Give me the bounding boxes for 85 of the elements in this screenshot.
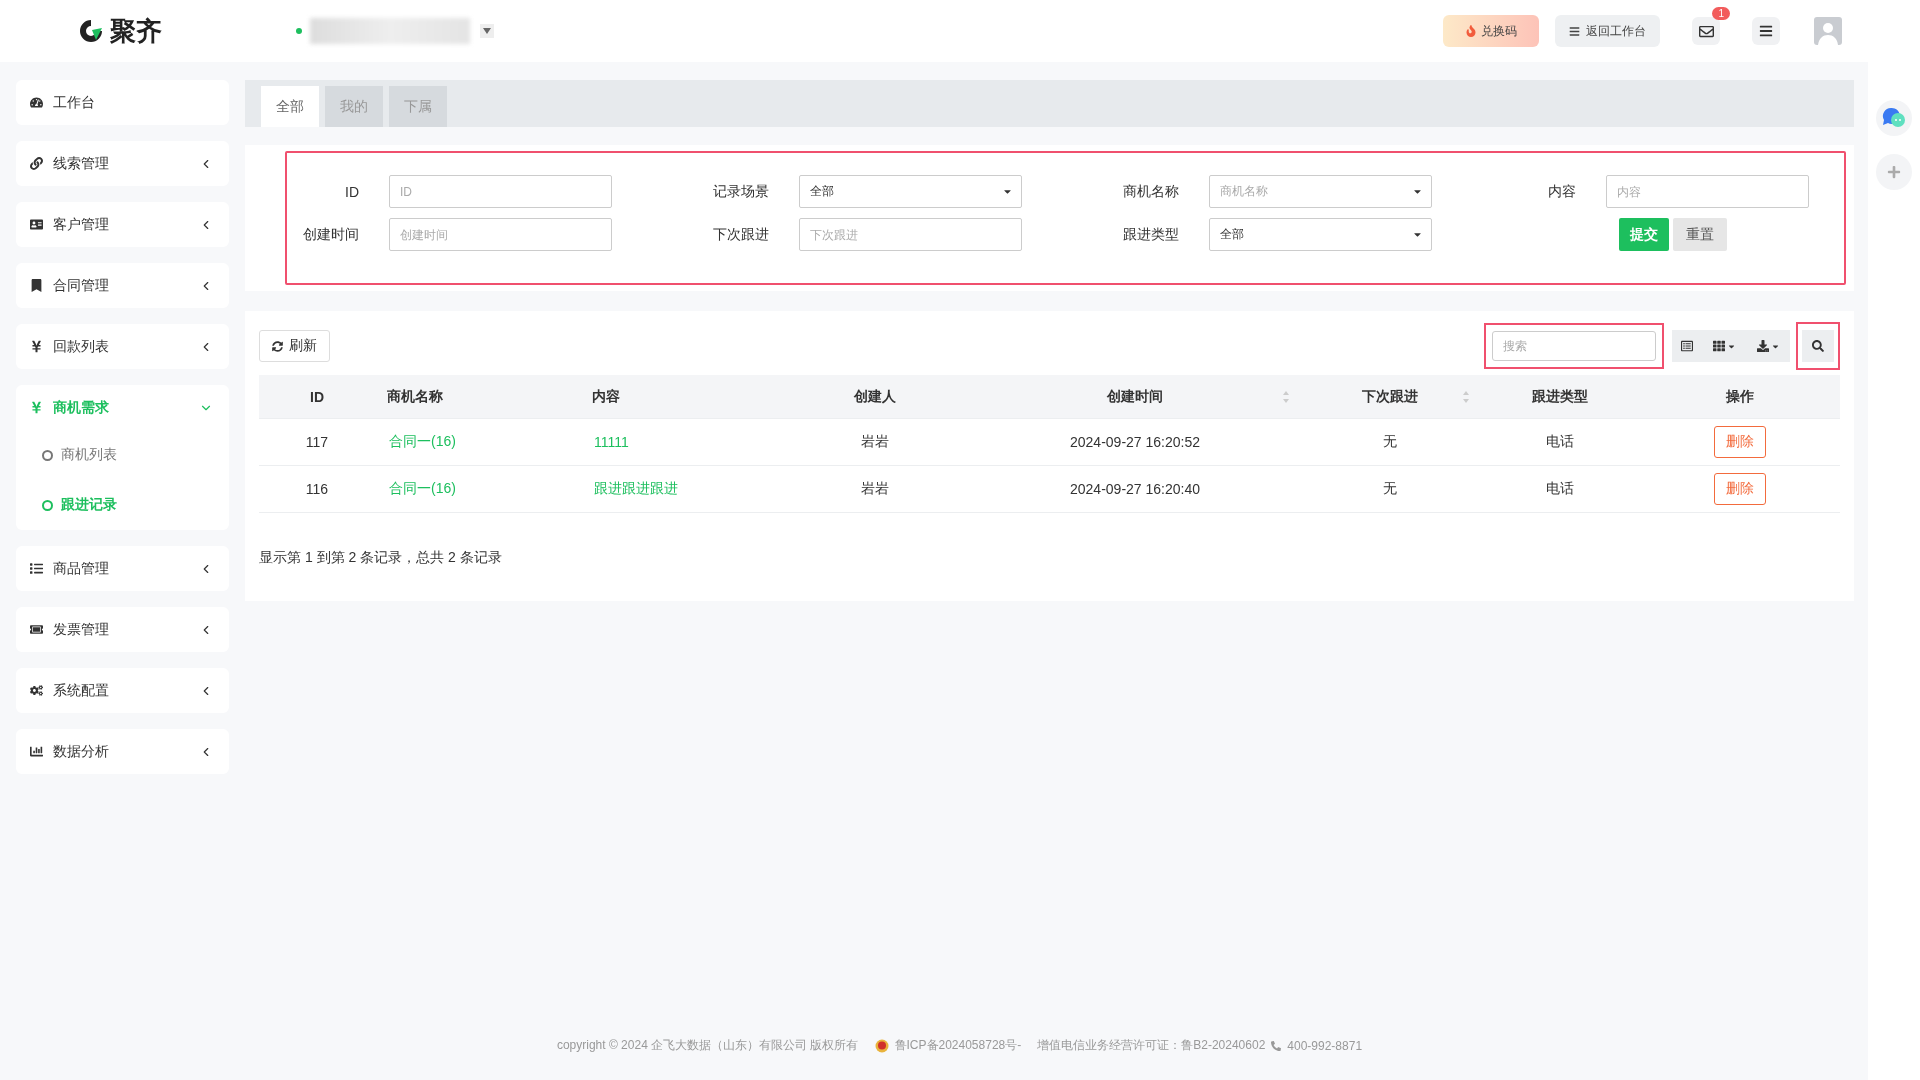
- list-icon: [1681, 340, 1693, 352]
- table-cell-text: 岩岩: [860, 480, 890, 498]
- license-text: 增值电信业务经营许可证：鲁B2-20240602: [1037, 1037, 1266, 1054]
- table-cell-text: 无: [1382, 480, 1398, 498]
- toggle-view-button[interactable]: [1672, 330, 1702, 362]
- sidebar-item[interactable]: 商品管理: [16, 546, 229, 591]
- field-label: 创建时间: [302, 225, 359, 244]
- refresh-button[interactable]: 刷新: [259, 330, 330, 362]
- link-icon: [30, 157, 43, 170]
- table-cell-text: 岩岩: [860, 433, 890, 451]
- menu-icon: [1569, 25, 1580, 37]
- table-cell-text: 117: [304, 434, 330, 450]
- column-header: 商机名称: [386, 387, 444, 406]
- field-label: 下次跟进: [712, 225, 769, 244]
- sidebar-item[interactable]: 数据分析: [16, 729, 229, 774]
- envelope-icon: [1698, 23, 1714, 39]
- text-field[interactable]: 下次跟进: [799, 218, 1022, 251]
- menu-button[interactable]: [1752, 17, 1780, 45]
- reset-button[interactable]: 重置: [1673, 218, 1727, 251]
- sidebar-item[interactable]: 合同管理: [16, 263, 229, 308]
- copyright-text: copyright © 2024 企飞大数据（山东）有限公司 版权所有: [556, 1037, 859, 1054]
- yen-icon: [30, 340, 43, 353]
- export-button[interactable]: [1746, 330, 1790, 362]
- table-cell-text: 2024-09-27 16:20:40: [1069, 481, 1201, 497]
- logo-text: 聚齐: [110, 14, 162, 48]
- field-label: 跟进类型: [1122, 225, 1179, 244]
- sidebar-item[interactable]: 系统配置: [16, 668, 229, 713]
- sidebar-item[interactable]: 回款列表: [16, 324, 229, 369]
- refresh-icon: [272, 340, 283, 352]
- phone-number: 400-992-8871: [1287, 1038, 1363, 1053]
- list-icon: [30, 562, 43, 575]
- table-cell-text: 电话: [1545, 433, 1575, 451]
- dropdown-icon[interactable]: [480, 24, 494, 38]
- table-cell-text: 无: [1382, 433, 1398, 451]
- logo-icon: [78, 18, 104, 44]
- table-cell-text: 电话: [1545, 480, 1575, 498]
- field-label: 记录场景: [712, 182, 769, 201]
- yen-icon: [30, 401, 43, 414]
- menu-icon: [1759, 24, 1773, 38]
- search-icon: [1812, 340, 1824, 352]
- sidebar-item[interactable]: 线索管理: [16, 141, 229, 186]
- notification-badge: 1: [1712, 7, 1730, 20]
- text-field[interactable]: 创建时间: [389, 218, 612, 251]
- column-header: 创建人: [853, 387, 897, 406]
- mail-button[interactable]: [1692, 17, 1720, 45]
- field-label: 内容: [1547, 182, 1577, 201]
- pagination-info: 显示第 1 到第 2 条记录，总共 2 条记录: [259, 549, 503, 567]
- search-button[interactable]: [1802, 330, 1834, 362]
- search-field[interactable]: 搜索: [1492, 331, 1656, 361]
- police-badge-icon: [874, 1038, 889, 1053]
- bookmark-icon: [30, 279, 43, 292]
- bar-chart-icon: [30, 745, 43, 758]
- column-header: 跟进类型: [1531, 387, 1589, 406]
- gears-icon: [30, 684, 43, 697]
- table-cell-text: 116: [304, 481, 330, 497]
- back-to-workbench-button[interactable]: 返回工作台: [1555, 15, 1660, 47]
- sidebar-item[interactable]: 工作台: [16, 80, 229, 125]
- chat-bubbles-icon: [1881, 106, 1907, 130]
- text-field[interactable]: ID: [389, 175, 612, 208]
- sidebar-item[interactable]: 发票管理: [16, 607, 229, 652]
- column-header: 创建时间: [970, 387, 1300, 406]
- dropdown-field[interactable]: 全部: [1209, 218, 1432, 251]
- field-label: ID: [344, 183, 359, 200]
- column-header: 下次跟进: [1300, 387, 1480, 406]
- column-header: 操作: [1725, 387, 1755, 406]
- sidebar-item[interactable]: 客户管理: [16, 202, 229, 247]
- plus-icon: [1887, 165, 1901, 179]
- id-card-icon: [30, 218, 43, 231]
- ticket-icon: [30, 623, 43, 636]
- redeem-button[interactable]: 兑换码: [1443, 15, 1539, 47]
- download-icon: [1756, 340, 1769, 352]
- text-field[interactable]: 内容: [1606, 175, 1809, 208]
- table-cell-text: 2024-09-27 16:20:52: [1069, 434, 1201, 450]
- status-dot: [296, 28, 302, 34]
- gauge-icon: [30, 96, 43, 109]
- phone-icon: [1271, 1040, 1282, 1051]
- chat-button[interactable]: [1876, 100, 1912, 136]
- grid-icon: [1712, 340, 1725, 352]
- column-header: ID: [309, 388, 325, 405]
- tab[interactable]: 全部: [261, 86, 319, 127]
- dropdown-field[interactable]: 全部: [799, 175, 1022, 208]
- sidebar-subitem[interactable]: 商机列表: [16, 430, 229, 480]
- field-label: 商机名称: [1122, 182, 1179, 201]
- flame-icon: [1465, 25, 1477, 37]
- column-header: 内容: [591, 387, 621, 406]
